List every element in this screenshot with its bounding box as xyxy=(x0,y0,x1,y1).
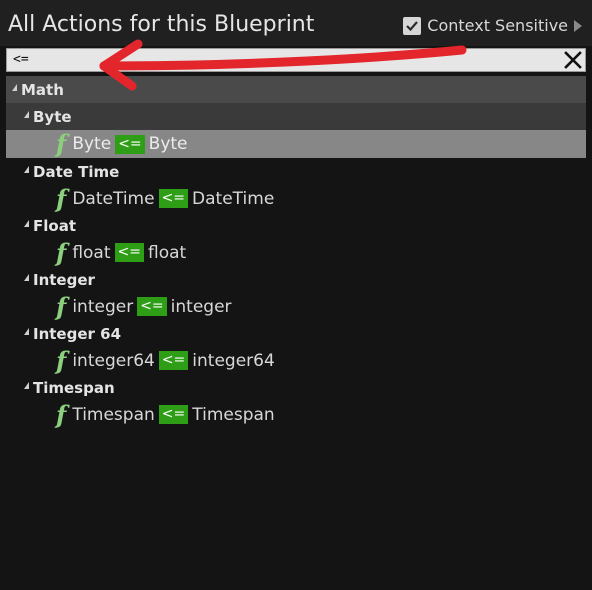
context-sensitive-label: Context Sensitive xyxy=(427,16,568,35)
category-integer[interactable]: Integer xyxy=(0,266,592,293)
category-label: Math xyxy=(21,80,64,99)
category-math[interactable]: Math xyxy=(6,76,586,103)
header-bar: All Actions for this Blueprint Context S… xyxy=(0,0,592,46)
search-match-highlight: <= xyxy=(158,405,189,424)
item-right: integer64 xyxy=(192,350,275,371)
action-item-timespan[interactable]: f Timespan <= Timespan xyxy=(0,401,592,428)
action-item-integer[interactable]: f integer <= integer xyxy=(0,293,592,320)
search-match-highlight: <= xyxy=(158,189,189,208)
category-byte[interactable]: Byte xyxy=(6,103,586,130)
function-icon: f xyxy=(56,345,67,375)
search-match-highlight: <= xyxy=(137,297,167,316)
item-right: Byte xyxy=(148,134,188,154)
item-left: integer xyxy=(72,296,134,317)
action-item-datetime[interactable]: f DateTime <= DateTime xyxy=(0,185,592,212)
checkmark-icon xyxy=(406,20,419,31)
context-sensitive-toggle[interactable]: Context Sensitive xyxy=(403,16,582,35)
category-label: Integer 64 xyxy=(33,324,122,343)
function-icon: f xyxy=(56,291,67,321)
search-match-highlight: <= xyxy=(158,351,189,370)
category-label: Float xyxy=(33,216,76,235)
panel-title: All Actions for this Blueprint xyxy=(8,12,315,37)
category-label: Integer xyxy=(33,270,95,289)
action-tree: Math Byte f Byte <= Byte Date Time f Dat… xyxy=(0,76,592,428)
triangle-expanded-icon[interactable] xyxy=(12,84,17,91)
expand-arrow-icon[interactable] xyxy=(574,19,582,32)
action-item-float[interactable]: f float <= float xyxy=(0,239,592,266)
item-left: DateTime xyxy=(72,188,155,209)
function-icon: f xyxy=(56,129,67,158)
category-timespan[interactable]: Timespan xyxy=(0,374,592,401)
item-right: DateTime xyxy=(192,188,275,209)
search-match-highlight: <= xyxy=(114,243,144,262)
item-left: Byte xyxy=(72,134,112,154)
triangle-expanded-icon[interactable] xyxy=(24,166,29,173)
category-date-time[interactable]: Date Time xyxy=(0,158,592,185)
function-icon: f xyxy=(56,183,67,213)
category-label: Byte xyxy=(33,107,72,126)
category-label: Timespan xyxy=(33,378,115,397)
action-item-byte[interactable]: f Byte <= Byte xyxy=(6,130,586,158)
action-item-integer64[interactable]: f integer64 <= integer64 xyxy=(0,347,592,374)
context-sensitive-checkbox[interactable] xyxy=(403,16,422,35)
category-integer-64[interactable]: Integer 64 xyxy=(0,320,592,347)
triangle-expanded-icon[interactable] xyxy=(24,382,29,389)
category-label: Date Time xyxy=(33,162,120,181)
item-left: Timespan xyxy=(72,404,155,425)
triangle-expanded-icon[interactable] xyxy=(24,111,29,118)
triangle-expanded-icon[interactable] xyxy=(24,274,29,281)
item-right: Timespan xyxy=(192,404,275,425)
category-float[interactable]: Float xyxy=(0,212,592,239)
search-match-highlight: <= xyxy=(115,134,145,154)
item-right: float xyxy=(148,242,187,263)
close-icon[interactable] xyxy=(563,50,583,70)
triangle-expanded-icon[interactable] xyxy=(24,220,29,227)
search-field[interactable]: <= xyxy=(6,48,586,72)
item-left: float xyxy=(72,242,111,263)
triangle-expanded-icon[interactable] xyxy=(24,328,29,335)
item-right: integer xyxy=(170,296,232,317)
item-left: integer64 xyxy=(72,350,155,371)
function-icon: f xyxy=(56,399,67,429)
search-input[interactable]: <= xyxy=(13,52,29,67)
function-icon: f xyxy=(56,237,67,267)
action-menu-panel: All Actions for this Blueprint Context S… xyxy=(0,0,592,590)
